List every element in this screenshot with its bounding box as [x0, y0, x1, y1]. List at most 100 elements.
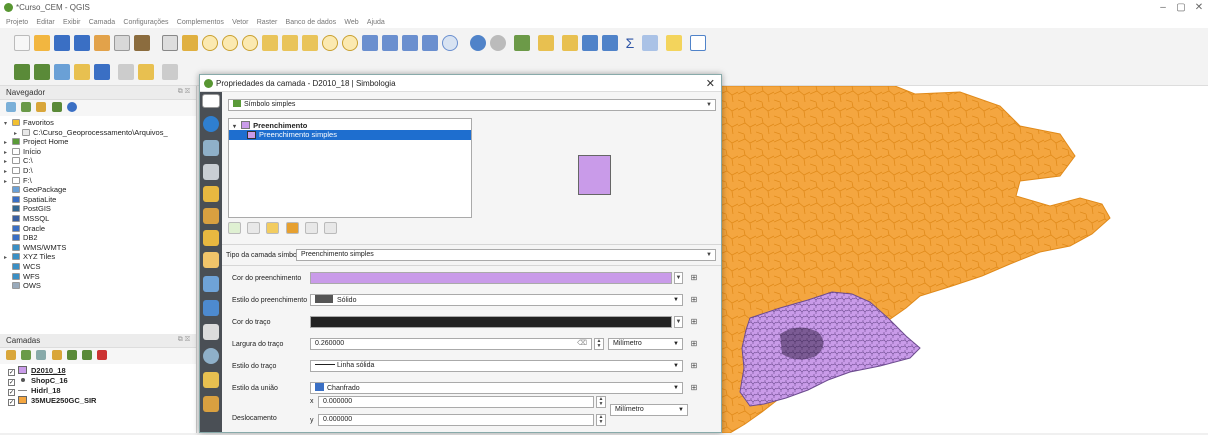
- zoom-out-icon[interactable]: [222, 35, 238, 51]
- browser-item[interactable]: PostGIS: [4, 204, 192, 214]
- measure-icon[interactable]: [642, 35, 658, 51]
- browser-item[interactable]: ▸ D:\: [4, 166, 192, 176]
- offset-y-input[interactable]: 0.000000: [318, 414, 594, 426]
- lock-color-icon[interactable]: [266, 222, 280, 234]
- expand-arrow-icon[interactable]: ▸: [4, 168, 12, 176]
- new-bookmark-icon[interactable]: [422, 35, 438, 51]
- refresh-icon[interactable]: [442, 35, 458, 51]
- browser-item[interactable]: ▸ C:\Curso_Geoprocessamento\Arquivos_: [4, 128, 192, 138]
- vertex-tool-icon[interactable]: [162, 64, 178, 80]
- menu-vetor[interactable]: Vetor: [232, 19, 248, 26]
- layer-visibility-checkbox[interactable]: ✓: [8, 399, 15, 406]
- temporal-controller-icon[interactable]: [402, 35, 418, 51]
- browser-item[interactable]: WFS: [4, 272, 192, 282]
- zoom-in-icon[interactable]: [202, 35, 218, 51]
- zoom-rubberband-icon[interactable]: [242, 35, 258, 51]
- menu-projeto[interactable]: Projeto: [6, 19, 28, 26]
- new-3d-map-icon[interactable]: [382, 35, 398, 51]
- identify-icon[interactable]: [470, 35, 486, 51]
- browser-item[interactable]: WCS: [4, 262, 192, 272]
- save-as-icon[interactable]: [74, 35, 90, 51]
- symbol-layer-type-select[interactable]: Preenchimento simples ▼: [296, 249, 716, 261]
- fields-tab-icon[interactable]: [203, 252, 219, 268]
- layer-visibility-checkbox[interactable]: ✓: [8, 379, 15, 386]
- source-tab-icon[interactable]: [203, 140, 219, 156]
- save-edits-icon[interactable]: [94, 64, 110, 80]
- filter-icon[interactable]: [36, 102, 47, 112]
- remove-symbol-layer-icon[interactable]: [247, 222, 261, 234]
- map-canvas[interactable]: [719, 85, 1208, 434]
- deselect-all-icon[interactable]: [562, 35, 578, 51]
- information-tab-icon[interactable]: [203, 116, 219, 132]
- add-selected-layers-icon[interactable]: [6, 102, 16, 112]
- auxiliary-storage-tab-icon[interactable]: [203, 324, 219, 340]
- digitize-icon[interactable]: [118, 64, 134, 80]
- new-map-view-icon[interactable]: [362, 35, 378, 51]
- chevron-down-icon[interactable]: ▼: [674, 272, 683, 284]
- symbology-tab-icon[interactable]: [203, 164, 219, 180]
- data-defined-override-icon[interactable]: ⊞: [688, 272, 700, 284]
- menu-editar[interactable]: Editar: [36, 19, 54, 26]
- data-defined-override-icon[interactable]: ⊞: [688, 338, 700, 350]
- renderer-select[interactable]: Símbolo simples ▼: [228, 99, 716, 111]
- edit-pencil-icon[interactable]: [138, 64, 154, 80]
- browser-item[interactable]: SpatiaLite: [4, 195, 192, 205]
- layer-item[interactable]: ✓ 35MUE250GC_SIR: [0, 396, 196, 406]
- browser-item[interactable]: GeoPackage: [4, 185, 192, 195]
- joins-tab-icon[interactable]: [203, 300, 219, 316]
- layer-visibility-checkbox[interactable]: ✓: [8, 369, 15, 376]
- offset-x-input[interactable]: 0.000000: [318, 396, 594, 408]
- toggle-editing-icon[interactable]: [74, 64, 90, 80]
- data-defined-override-icon[interactable]: ⊞: [688, 382, 700, 394]
- zoom-to-layer-icon[interactable]: [302, 35, 318, 51]
- clear-icon[interactable]: ⌫: [577, 339, 587, 349]
- browser-item[interactable]: ▸ XYZ Tiles: [4, 252, 192, 262]
- collapse-all-icon[interactable]: [82, 350, 93, 360]
- symbol-root-item[interactable]: ▾ Preenchimento: [233, 121, 307, 130]
- browser-item[interactable]: ▸ Project Home: [4, 137, 192, 147]
- layer-item[interactable]: ✓ D2010_18: [0, 366, 196, 376]
- run-feature-action-icon[interactable]: [490, 35, 506, 51]
- remove-layer-icon[interactable]: [97, 350, 108, 360]
- chevron-down-icon[interactable]: ▼: [674, 316, 683, 328]
- menu-configuracoes[interactable]: Configurações: [123, 19, 168, 26]
- browser-item[interactable]: ▸ C:\: [4, 156, 192, 166]
- browser-item[interactable]: OWS: [4, 281, 192, 291]
- menu-complementos[interactable]: Complementos: [177, 19, 224, 26]
- symbol-layer-item-selected[interactable]: Preenchimento simples: [229, 130, 471, 140]
- expand-arrow-icon[interactable]: ▸: [4, 254, 12, 262]
- select-features-icon[interactable]: [514, 35, 530, 51]
- expand-arrow-icon[interactable]: ▸: [4, 149, 12, 157]
- symbol-layer-tree[interactable]: ▾ Preenchimento Preenchimento simples: [228, 118, 472, 218]
- new-print-layout-icon[interactable]: [94, 35, 110, 51]
- browser-item[interactable]: ▸ Início: [4, 147, 192, 157]
- save-project-icon[interactable]: [54, 35, 70, 51]
- menu-web[interactable]: Web: [344, 19, 358, 26]
- style-manager-icon[interactable]: [134, 35, 150, 51]
- 3d-view-tab-icon[interactable]: [203, 230, 219, 246]
- fill-style-select[interactable]: Sólido ▼: [310, 294, 683, 306]
- properties-icon[interactable]: [66, 102, 77, 112]
- expand-arrow-icon[interactable]: ▸: [4, 178, 12, 186]
- search-icon[interactable]: [202, 94, 220, 108]
- fill-color-button[interactable]: [310, 272, 672, 284]
- expand-arrow-icon[interactable]: ▸: [14, 130, 22, 138]
- stroke-color-button[interactable]: [310, 316, 672, 328]
- browser-item[interactable]: DB2: [4, 233, 192, 243]
- add-group-icon[interactable]: [21, 350, 32, 360]
- data-defined-override-icon[interactable]: ⊞: [688, 360, 700, 372]
- join-style-select[interactable]: Chanfrado ▼: [310, 382, 683, 394]
- map-tips-icon[interactable]: [666, 35, 682, 51]
- zoom-native-icon[interactable]: [322, 35, 338, 51]
- menu-raster[interactable]: Raster: [257, 19, 278, 26]
- close-window-button[interactable]: ✕: [1192, 2, 1206, 14]
- stroke-width-spinner[interactable]: ▲ ▼: [594, 338, 604, 350]
- text-annotation-icon[interactable]: [690, 35, 706, 51]
- pan-icon[interactable]: [162, 35, 178, 51]
- layout-manager-icon[interactable]: [114, 35, 130, 51]
- pan-to-selection-icon[interactable]: [182, 35, 198, 51]
- browser-item[interactable]: Oracle: [4, 224, 192, 234]
- panel-float-close-controls[interactable]: ⧉ ☒: [178, 88, 190, 96]
- new-project-icon[interactable]: [14, 35, 30, 51]
- duplicate-layer-icon[interactable]: [285, 222, 299, 234]
